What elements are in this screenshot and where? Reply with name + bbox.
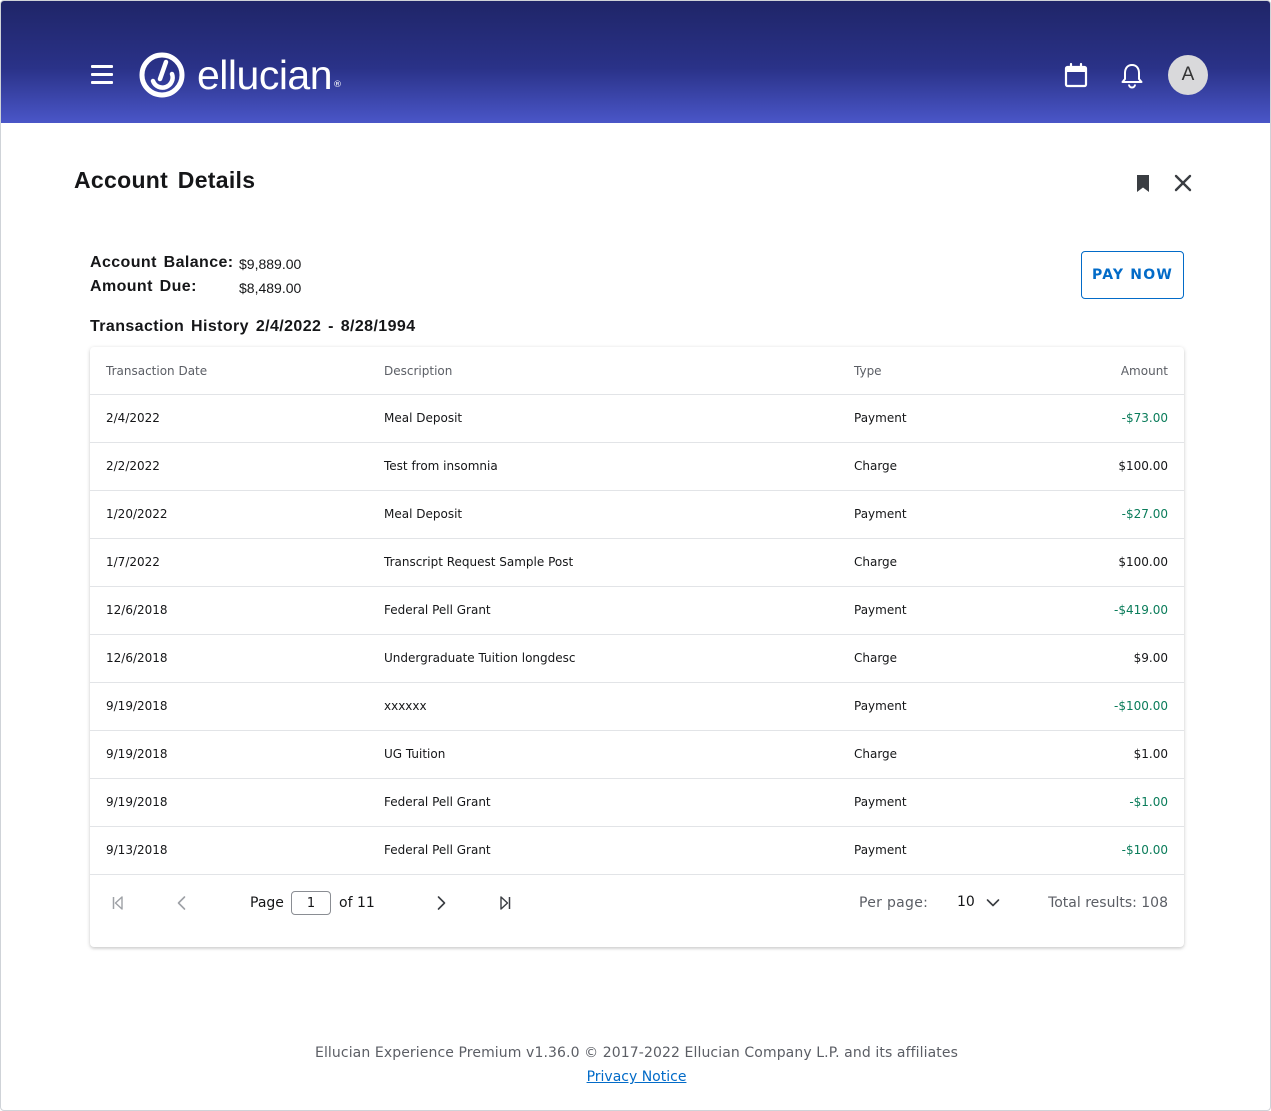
total-results: Total results: 108 bbox=[1048, 895, 1168, 911]
app-window: ellucian ® A Account Details Account Bal… bbox=[0, 0, 1271, 1111]
prev-page-icon[interactable] bbox=[174, 895, 190, 911]
table-row: 9/13/2018 Federal Pell Grant Payment -$1… bbox=[90, 827, 1184, 875]
page-title: Account Details bbox=[74, 167, 256, 193]
cell-amount: $100.00 bbox=[1118, 555, 1168, 569]
pagination: Page of 11 Per page: 10 Total results: 1… bbox=[90, 875, 1184, 931]
per-page-select[interactable]: 10 bbox=[952, 891, 1008, 915]
pay-now-button[interactable]: PAY NOW bbox=[1081, 251, 1184, 299]
amount-due-label: Amount Due: bbox=[90, 278, 197, 295]
account-balance-value: $9,889.00 bbox=[239, 256, 302, 272]
cell-date: 2/2/2022 bbox=[106, 459, 160, 473]
cell-type: Charge bbox=[854, 555, 898, 569]
cell-date: 12/6/2018 bbox=[106, 603, 168, 617]
transactions-table: Transaction Date Description Type Amount… bbox=[90, 347, 1184, 947]
cell-amount: -$1.00 bbox=[1129, 795, 1168, 809]
cell-type: Charge bbox=[854, 651, 898, 665]
cell-type: Charge bbox=[854, 459, 898, 473]
cell-date: 9/19/2018 bbox=[106, 795, 168, 809]
cell-amount: -$419.00 bbox=[1114, 603, 1168, 617]
table-row: 12/6/2018 Federal Pell Grant Payment -$4… bbox=[90, 587, 1184, 635]
cell-date: 9/19/2018 bbox=[106, 747, 168, 761]
table-row: 9/19/2018 xxxxxx Payment -$100.00 bbox=[90, 683, 1184, 731]
amount-due-value: $8,489.00 bbox=[239, 280, 302, 296]
cell-description: Test from insomnia bbox=[384, 459, 498, 473]
cell-date: 2/4/2022 bbox=[106, 411, 160, 425]
privacy-notice-link[interactable]: Privacy Notice bbox=[587, 1069, 687, 1085]
table-header: Transaction Date Description Type Amount bbox=[90, 347, 1184, 395]
cell-amount: $9.00 bbox=[1133, 651, 1168, 665]
cell-amount: -$100.00 bbox=[1114, 699, 1168, 713]
per-page-label: Per page: bbox=[859, 895, 929, 911]
cell-description: UG Tuition bbox=[384, 747, 446, 761]
cell-type: Charge bbox=[854, 747, 898, 761]
table-row: 1/20/2022 Meal Deposit Payment -$27.00 bbox=[90, 491, 1184, 539]
cell-amount: -$10.00 bbox=[1121, 843, 1168, 857]
menu-icon[interactable] bbox=[91, 65, 113, 84]
cell-date: 9/19/2018 bbox=[106, 699, 168, 713]
cell-amount: -$27.00 bbox=[1121, 507, 1168, 521]
cell-type: Payment bbox=[854, 699, 907, 713]
avatar[interactable]: A bbox=[1168, 55, 1208, 95]
cell-description: Federal Pell Grant bbox=[384, 843, 491, 857]
cell-description: Meal Deposit bbox=[384, 507, 463, 521]
cell-description: Transcript Request Sample Post bbox=[384, 555, 574, 569]
cell-date: 12/6/2018 bbox=[106, 651, 168, 665]
registered-mark: ® bbox=[333, 80, 343, 90]
cell-date: 1/7/2022 bbox=[106, 555, 160, 569]
table-row: 1/7/2022 Transcript Request Sample Post … bbox=[90, 539, 1184, 587]
footer-privacy: Privacy Notice bbox=[1, 1069, 1270, 1085]
cell-description: Federal Pell Grant bbox=[384, 795, 491, 809]
cell-type: Payment bbox=[854, 507, 907, 521]
cell-date: 9/13/2018 bbox=[106, 843, 168, 857]
top-header: ellucian ® A bbox=[1, 1, 1270, 123]
cell-amount: $100.00 bbox=[1118, 459, 1168, 473]
table-row: 12/6/2018 Undergraduate Tuition longdesc… bbox=[90, 635, 1184, 683]
ellucian-logo[interactable]: ellucian ® bbox=[139, 52, 342, 98]
chevron-down-icon bbox=[986, 899, 1000, 907]
bell-icon[interactable] bbox=[1118, 61, 1146, 89]
last-page-icon[interactable] bbox=[497, 895, 513, 911]
cell-description: Federal Pell Grant bbox=[384, 603, 491, 617]
first-page-icon[interactable] bbox=[110, 895, 126, 911]
table-row: 9/19/2018 Federal Pell Grant Payment -$1… bbox=[90, 779, 1184, 827]
page-count: of 11 bbox=[339, 895, 375, 911]
table-row: 2/2/2022 Test from insomnia Charge $100.… bbox=[90, 443, 1184, 491]
column-header-type[interactable]: Type bbox=[854, 364, 882, 378]
cell-type: Payment bbox=[854, 795, 907, 809]
cell-description: xxxxxx bbox=[384, 699, 427, 713]
column-header-date[interactable]: Transaction Date bbox=[106, 364, 207, 378]
per-page-value: 10 bbox=[957, 894, 975, 910]
calendar-icon[interactable] bbox=[1062, 61, 1090, 89]
cell-type: Payment bbox=[854, 411, 907, 425]
table-row: 9/19/2018 UG Tuition Charge $1.00 bbox=[90, 731, 1184, 779]
transaction-history-title: Transaction History 2/4/2022 - 8/28/1994 bbox=[90, 318, 416, 335]
cell-description: Undergraduate Tuition longdesc bbox=[384, 651, 576, 665]
column-header-description[interactable]: Description bbox=[384, 364, 452, 378]
cell-type: Payment bbox=[854, 603, 907, 617]
cell-amount: $1.00 bbox=[1133, 747, 1168, 761]
footer-copyright: Ellucian Experience Premium v1.36.0 © 20… bbox=[315, 1045, 958, 1061]
cell-type: Payment bbox=[854, 843, 907, 857]
bookmark-icon[interactable] bbox=[1132, 172, 1154, 194]
next-page-icon[interactable] bbox=[433, 895, 449, 911]
account-balance-label: Account Balance: bbox=[90, 254, 234, 271]
table-row: 2/4/2022 Meal Deposit Payment -$73.00 bbox=[90, 395, 1184, 443]
page-number-input[interactable] bbox=[291, 891, 331, 915]
brand-name: ellucian bbox=[197, 52, 333, 98]
ellucian-logo-icon bbox=[139, 52, 185, 98]
close-icon[interactable] bbox=[1171, 171, 1195, 195]
cell-amount: -$73.00 bbox=[1121, 411, 1168, 425]
page-label: Page bbox=[250, 895, 284, 911]
column-header-amount[interactable]: Amount bbox=[1121, 364, 1168, 378]
cell-date: 1/20/2022 bbox=[106, 507, 168, 521]
cell-description: Meal Deposit bbox=[384, 411, 463, 425]
